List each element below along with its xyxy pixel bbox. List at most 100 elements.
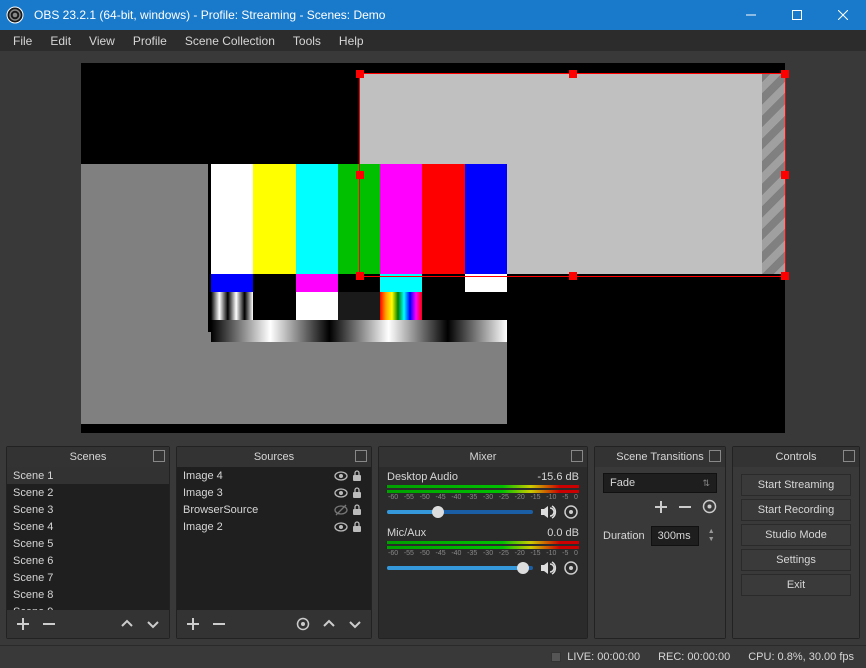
status-rec: REC: 00:00:00 [658,651,730,663]
source-item[interactable]: Image 3 [177,484,371,501]
menu-file[interactable]: File [4,32,41,50]
source-item[interactable]: Image 2 [177,518,371,535]
add-scene-button[interactable] [11,613,35,635]
popout-icon[interactable] [843,450,855,462]
visibility-icon[interactable] [334,486,348,500]
source-image-3[interactable] [211,164,507,342]
maximize-button[interactable] [774,0,820,30]
menu-edit[interactable]: Edit [41,32,80,50]
popout-icon[interactable] [355,450,367,462]
scene-item[interactable]: Scene 7 [7,569,169,586]
exit-button[interactable]: Exit [741,574,851,596]
source-item[interactable]: Image 4 [177,467,371,484]
scene-item[interactable]: Scene 8 [7,586,169,603]
duration-label: Duration [603,530,645,542]
mixer-channel: Mic/Aux0.0 dB-60-55-50-45-40-35-30-25-20… [379,523,587,579]
titlebar: OBS 23.2.1 (64-bit, windows) - Profile: … [0,0,866,30]
scene-item[interactable]: Scene 4 [7,518,169,535]
mixer-body: Desktop Audio-15.6 dB-60-55-50-45-40-35-… [379,467,587,638]
channel-db: 0.0 dB [547,527,579,539]
source-item[interactable]: BrowserSource [177,501,371,518]
gear-icon[interactable] [563,560,579,576]
close-button[interactable] [820,0,866,30]
sources-header: Sources [177,447,371,467]
studio-mode-button[interactable]: Studio Mode [741,524,851,546]
menu-help[interactable]: Help [330,32,373,50]
scene-item[interactable]: Scene 3 [7,501,169,518]
mixer-panel: Mixer Desktop Audio-15.6 dB-60-55-50-45-… [378,446,588,639]
volume-slider[interactable] [387,510,533,514]
window-title: OBS 23.2.1 (64-bit, windows) - Profile: … [30,8,728,22]
gear-icon[interactable] [563,504,579,520]
scenes-footer [7,610,169,638]
scene-item[interactable]: Scene 5 [7,535,169,552]
scene-item[interactable]: Scene 6 [7,552,169,569]
visibility-icon[interactable] [334,469,348,483]
transition-combo-value: Fade [610,477,635,489]
transition-combo[interactable]: Fade ⇅ [603,473,717,493]
transitions-header: Scene Transitions [595,447,725,467]
duration-spinbox[interactable]: 300ms [651,526,700,546]
duration-value: 300ms [658,530,691,542]
remove-scene-button[interactable] [37,613,61,635]
transitions-body: Fade ⇅ Duration 300ms ▲▼ [595,467,725,638]
transition-properties-button[interactable] [702,499,717,514]
lock-icon[interactable] [351,521,365,533]
menu-view[interactable]: View [80,32,124,50]
source-image-2b[interactable] [81,332,507,424]
vu-meter [387,541,579,544]
menu-scene-collection[interactable]: Scene Collection [176,32,284,50]
meter-ticks: -60-55-50-45-40-35-30-25-20-15-10-50 [387,494,579,501]
popout-icon[interactable] [571,450,583,462]
mixer-header: Mixer [379,447,587,467]
vu-meter [387,546,579,549]
remove-transition-button[interactable] [678,500,692,514]
lock-icon[interactable] [351,487,365,499]
visibility-icon[interactable] [334,503,348,517]
scene-item[interactable]: Scene 9 [7,603,169,610]
mixer-channel: Desktop Audio-15.6 dB-60-55-50-45-40-35-… [379,467,587,523]
menubar: FileEditViewProfileScene CollectionTools… [0,30,866,51]
visibility-icon[interactable] [334,520,348,534]
source-down-button[interactable] [343,613,367,635]
sources-panel: Sources Image 4Image 3BrowserSourceImage… [176,446,372,639]
start-recording-button[interactable]: Start Recording [741,499,851,521]
popout-icon[interactable] [709,450,721,462]
dock: Scenes Scene 1Scene 2Scene 3Scene 4Scene… [0,440,866,645]
scene-item[interactable]: Scene 1 [7,467,169,484]
scenes-panel: Scenes Scene 1Scene 2Scene 3Scene 4Scene… [6,446,170,639]
duration-spin-arrows[interactable]: ▲▼ [705,528,717,544]
preview-canvas[interactable] [81,63,785,433]
transitions-panel: Scene Transitions Fade ⇅ Duration 300ms [594,446,726,639]
start-streaming-button[interactable]: Start Streaming [741,474,851,496]
minimize-button[interactable] [728,0,774,30]
remove-source-button[interactable] [207,613,231,635]
menu-tools[interactable]: Tools [284,32,330,50]
preview-area[interactable] [0,51,866,440]
popout-icon[interactable] [153,450,165,462]
channel-name: Mic/Aux [387,527,426,539]
scenes-list[interactable]: Scene 1Scene 2Scene 3Scene 4Scene 5Scene… [7,467,169,610]
menu-profile[interactable]: Profile [124,32,176,50]
scene-down-button[interactable] [141,613,165,635]
settings-button[interactable]: Settings [741,549,851,571]
volume-slider[interactable] [387,566,533,570]
add-source-button[interactable] [181,613,205,635]
source-crop-overflow [762,74,785,274]
sources-list[interactable]: Image 4Image 3BrowserSourceImage 2 [177,467,371,610]
scenes-title: Scenes [70,451,107,463]
source-image-2[interactable] [81,164,208,334]
source-up-button[interactable] [317,613,341,635]
statusbar: LIVE: 00:00:00 REC: 00:00:00 CPU: 0.8%, … [0,645,866,668]
controls-header: Controls [733,447,859,467]
add-transition-button[interactable] [654,500,668,514]
speaker-icon[interactable] [539,559,557,577]
controls-title: Controls [776,451,817,463]
scene-up-button[interactable] [115,613,139,635]
lock-icon[interactable] [351,504,365,516]
speaker-icon[interactable] [539,503,557,521]
source-properties-button[interactable] [291,613,315,635]
lock-icon[interactable] [351,470,365,482]
chevron-updown-icon: ⇅ [702,478,710,489]
scene-item[interactable]: Scene 2 [7,484,169,501]
